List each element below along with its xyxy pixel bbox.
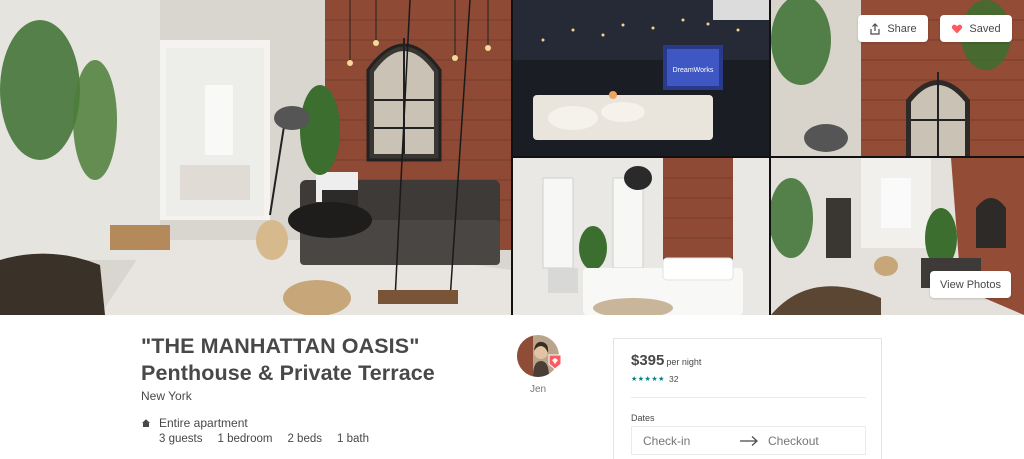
bath-count: 1 bath xyxy=(337,433,369,445)
bedroom-photo[interactable] xyxy=(513,158,769,315)
main-photo[interactable] xyxy=(0,0,511,315)
bedroom-count: 1 bedroom xyxy=(217,433,273,445)
heart-icon xyxy=(952,24,963,33)
price-line: $395 per night xyxy=(631,352,701,369)
property-type: Entire apartment xyxy=(159,416,248,430)
listing-title: "THE MANHATTAN OASIS" Penthouse & Privat… xyxy=(141,333,501,387)
superhost-badge-icon xyxy=(548,354,562,370)
share-label: Share xyxy=(887,22,917,35)
card-divider xyxy=(631,397,866,398)
listing-details: 3 guests 1 bedroom 2 beds 1 bath xyxy=(159,433,369,445)
share-icon xyxy=(870,22,880,35)
nightly-price: $395 xyxy=(631,352,665,369)
terrace-photo[interactable]: DreamWorks xyxy=(513,0,769,156)
guests-count: 3 guests xyxy=(159,433,203,445)
view-photos-button[interactable]: View Photos xyxy=(930,271,1011,298)
photo-gallery: DreamWorks Share Saved View Photos xyxy=(0,0,1024,315)
saved-label: Saved xyxy=(969,22,1001,35)
home-icon xyxy=(142,419,150,427)
arrow-right-icon xyxy=(740,436,758,446)
listing-location[interactable]: New York xyxy=(141,389,192,403)
per-night-label: per night xyxy=(666,357,702,367)
checkout-input[interactable]: Checkout xyxy=(768,434,819,448)
date-range-picker: Check-in Checkout xyxy=(631,426,866,455)
listing-title-line1: "THE MANHATTAN OASIS" xyxy=(141,334,420,358)
share-button[interactable]: Share xyxy=(858,15,928,42)
view-photos-label: View Photos xyxy=(940,278,1001,291)
listing-title-line2: Penthouse & Private Terrace xyxy=(141,361,435,385)
saved-button[interactable]: Saved xyxy=(940,15,1012,42)
booking-card: $395 per night ★★★★★ 32 Dates Check-in Ch… xyxy=(613,338,882,459)
checkin-input[interactable]: Check-in xyxy=(643,434,690,448)
star-rating-icon: ★★★★★ xyxy=(631,376,665,383)
dates-label: Dates xyxy=(631,413,655,423)
bed-count: 2 beds xyxy=(287,433,322,445)
screen-text: DreamWorks xyxy=(673,67,714,74)
review-count[interactable]: 32 xyxy=(669,374,678,384)
host-name[interactable]: Jen xyxy=(517,384,559,395)
